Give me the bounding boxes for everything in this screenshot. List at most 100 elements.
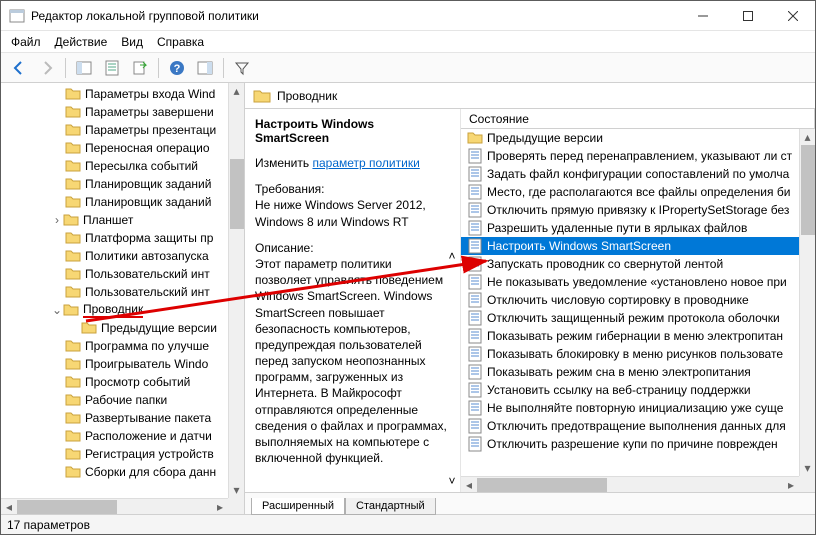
scroll-up-icon[interactable]: ˄ (448, 249, 455, 263)
tree-item[interactable]: Регистрация устройств (1, 445, 228, 463)
scroll-thumb[interactable] (17, 500, 117, 514)
scroll-thumb[interactable] (477, 478, 607, 492)
list-item[interactable]: Показывать блокировку в меню рисунков по… (461, 345, 799, 363)
tree-horizontal-scrollbar[interactable]: ◂ ▸ (1, 498, 228, 514)
list-item[interactable]: Установить ссылку на веб-страницу поддер… (461, 381, 799, 399)
list-item-label: Проверять перед перенаправлением, указыв… (487, 149, 792, 163)
scroll-up-icon[interactable]: ▴ (229, 83, 245, 99)
setting-icon (467, 238, 483, 254)
tree-item[interactable]: Рабочие папки (1, 391, 228, 409)
scroll-up-icon[interactable]: ▴ (800, 129, 816, 145)
scroll-left-icon[interactable]: ◂ (1, 499, 17, 515)
menu-view[interactable]: Вид (121, 35, 143, 49)
list-item[interactable]: Отключить прямую привязку к IPropertySet… (461, 201, 799, 219)
detail-scroll-buttons[interactable]: ˄˅ (446, 249, 458, 488)
tree-item[interactable]: Пользовательский инт (1, 283, 228, 301)
tree-item[interactable]: Пользовательский инт (1, 265, 228, 283)
list-item[interactable]: Отключить защищенный режим протокола обо… (461, 309, 799, 327)
properties-button[interactable] (100, 56, 124, 80)
help-button[interactable]: ? (165, 56, 189, 80)
show-hide-button[interactable] (193, 56, 217, 80)
tree-item[interactable]: Платформа защиты пр (1, 229, 228, 247)
expander-icon[interactable]: ⌄ (51, 303, 63, 317)
scroll-down-icon[interactable]: ˅ (448, 474, 455, 488)
list-item-label: Не выполняйте повторную инициализацию уж… (487, 401, 783, 415)
tree-vertical-scrollbar[interactable]: ▴ ▾ (228, 83, 244, 498)
list-item[interactable]: Настроить Windows SmartScreen (461, 237, 799, 255)
setting-icon (467, 400, 483, 416)
tree-item[interactable]: Программа по улучше (1, 337, 228, 355)
list-item[interactable]: Место, где располагаются все файлы опред… (461, 183, 799, 201)
list-item[interactable]: Показывать режим гибернации в меню элект… (461, 327, 799, 345)
list-item[interactable]: Отключить предотвращение выполнения данн… (461, 417, 799, 435)
scroll-down-icon[interactable]: ▾ (229, 482, 245, 498)
menu-bar: Файл Действие Вид Справка (1, 31, 815, 53)
list-item-label: Показывать режим сна в меню электропитан… (487, 365, 751, 379)
forward-button[interactable] (35, 56, 59, 80)
list-item[interactable]: Разрешить удаленные пути в ярлыках файло… (461, 219, 799, 237)
tree-item[interactable]: Развертывание пакета (1, 409, 228, 427)
menu-action[interactable]: Действие (55, 35, 108, 49)
tree-item[interactable]: Параметры презентаци (1, 121, 228, 139)
tree-item[interactable]: ⌄Проводник (1, 301, 228, 319)
scroll-thumb[interactable] (230, 159, 244, 229)
scroll-down-icon[interactable]: ▾ (800, 460, 816, 476)
tree-item[interactable]: Проигрыватель Windo (1, 355, 228, 373)
tree-item[interactable]: Планировщик заданий (1, 193, 228, 211)
tree-item[interactable]: Просмотр событий (1, 373, 228, 391)
tree-item[interactable]: Предыдущие версии (1, 319, 228, 337)
tree-item[interactable]: Параметры завершени (1, 103, 228, 121)
tree-item[interactable]: ›Планшет (1, 211, 228, 229)
list-item[interactable]: Задать файл конфигурации сопоставлений п… (461, 165, 799, 183)
list-item[interactable]: Отключить числовую сортировку в проводни… (461, 291, 799, 309)
settings-list[interactable]: Предыдущие версии Проверять перед перенап… (461, 129, 799, 476)
tree-item[interactable]: Сборки для сбора данн (1, 463, 228, 481)
close-button[interactable] (770, 1, 815, 30)
tab-extended[interactable]: Расширенный (251, 498, 345, 515)
list-item-label: Отключить разрешение купи по причине пов… (487, 437, 778, 451)
change-label: Изменить (255, 156, 312, 170)
menu-file[interactable]: Файл (11, 35, 41, 49)
scroll-thumb[interactable] (801, 145, 815, 235)
tree-item-label: Параметры завершени (85, 105, 214, 119)
scroll-right-icon[interactable]: ▸ (783, 477, 799, 493)
minimize-button[interactable] (680, 1, 725, 30)
expander-icon[interactable]: › (51, 213, 63, 227)
tree-item[interactable]: Расположение и датчи (1, 427, 228, 445)
tree-item-label: Переносная операцио (85, 141, 210, 155)
show-tree-button[interactable] (72, 56, 96, 80)
tree-item[interactable]: Планировщик заданий (1, 175, 228, 193)
list-item[interactable]: Предыдущие версии (461, 129, 799, 147)
back-button[interactable] (7, 56, 31, 80)
tree-item-label: Сборки для сбора данн (85, 465, 216, 479)
export-button[interactable] (128, 56, 152, 80)
filter-button[interactable] (230, 56, 254, 80)
description-text: Этот параметр политики позволяет управля… (255, 257, 447, 465)
tree-item[interactable]: Параметры входа Wind (1, 85, 228, 103)
tree[interactable]: Параметры входа Wind Параметры завершени П… (1, 83, 228, 498)
list-item[interactable]: Проверять перед перенаправлением, указыв… (461, 147, 799, 165)
tree-item-label: Пересылка событий (85, 159, 198, 173)
tree-item-label: Параметры входа Wind (85, 87, 215, 101)
setting-icon (467, 346, 483, 362)
setting-icon (467, 220, 483, 236)
scroll-right-icon[interactable]: ▸ (212, 499, 228, 515)
list-item[interactable]: Показывать режим сна в меню электропитан… (461, 363, 799, 381)
list-item[interactable]: Не выполняйте повторную инициализацию уж… (461, 399, 799, 417)
tree-item[interactable]: Политики автозапуска (1, 247, 228, 265)
column-header-state[interactable]: Состояние (461, 109, 815, 128)
list-horizontal-scrollbar[interactable]: ◂ ▸ (461, 476, 799, 492)
list-item[interactable]: Запускать проводник со свернутой лентой (461, 255, 799, 273)
list-vertical-scrollbar[interactable]: ▴ ▾ (799, 129, 815, 476)
maximize-button[interactable] (725, 1, 770, 30)
scroll-left-icon[interactable]: ◂ (461, 477, 477, 493)
menu-help[interactable]: Справка (157, 35, 204, 49)
list-item-label: Отключить числовую сортировку в проводни… (487, 293, 749, 307)
tab-standard[interactable]: Стандартный (345, 498, 436, 515)
list-item[interactable]: Не показывать уведомление «установлено н… (461, 273, 799, 291)
list-item[interactable]: Отключить разрешение купи по причине пов… (461, 435, 799, 453)
list-item-label: Отключить защищенный режим протокола обо… (487, 311, 780, 325)
tree-item[interactable]: Переносная операцио (1, 139, 228, 157)
policy-parameter-link[interactable]: параметр политики (312, 156, 419, 170)
tree-item[interactable]: Пересылка событий (1, 157, 228, 175)
